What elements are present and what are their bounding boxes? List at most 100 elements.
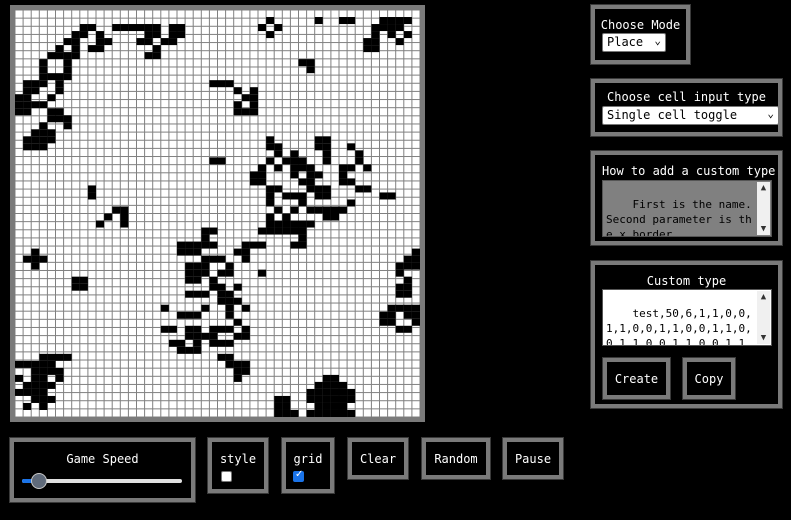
cell[interactable] — [258, 59, 266, 67]
cell[interactable] — [234, 51, 242, 59]
cell[interactable] — [388, 262, 396, 270]
cell[interactable] — [404, 43, 412, 51]
cell[interactable] — [193, 409, 201, 417]
cell[interactable] — [209, 303, 217, 311]
cell[interactable] — [218, 100, 226, 108]
cell[interactable] — [363, 287, 371, 295]
cell[interactable] — [193, 254, 201, 262]
cell[interactable] — [64, 384, 72, 393]
cell[interactable] — [209, 173, 217, 181]
cell[interactable] — [47, 262, 55, 270]
cell[interactable] — [226, 124, 234, 132]
cell[interactable] — [137, 279, 145, 287]
cell[interactable] — [412, 10, 420, 18]
cell[interactable] — [201, 124, 209, 132]
cell[interactable] — [128, 83, 136, 91]
live-cell[interactable] — [241, 255, 250, 263]
cell[interactable] — [315, 344, 323, 352]
live-cell[interactable] — [39, 367, 48, 375]
cell[interactable] — [274, 157, 282, 165]
cell[interactable] — [96, 205, 104, 213]
grid-checkbox[interactable] — [293, 469, 304, 482]
cell[interactable] — [258, 83, 266, 91]
cell[interactable] — [355, 43, 363, 51]
cell[interactable] — [169, 246, 177, 254]
cell[interactable] — [380, 51, 388, 59]
cell[interactable] — [145, 344, 153, 352]
cell[interactable] — [209, 43, 217, 51]
cell[interactable] — [226, 246, 234, 254]
cell[interactable] — [323, 246, 331, 254]
cell[interactable] — [15, 205, 23, 213]
cell[interactable] — [72, 18, 80, 26]
live-cell[interactable] — [314, 206, 323, 214]
cell[interactable] — [112, 165, 120, 173]
live-cell[interactable] — [233, 367, 242, 375]
cell[interactable] — [145, 83, 153, 91]
cell[interactable] — [282, 10, 290, 18]
cell[interactable] — [258, 51, 266, 59]
cell[interactable] — [128, 254, 136, 262]
cell[interactable] — [15, 10, 23, 18]
cell[interactable] — [412, 238, 420, 246]
cell[interactable] — [169, 295, 177, 303]
cell[interactable] — [120, 295, 128, 303]
cell[interactable] — [307, 10, 315, 18]
cell[interactable] — [388, 214, 396, 222]
cell[interactable] — [104, 51, 112, 59]
cell[interactable] — [282, 205, 290, 213]
cell[interactable] — [226, 116, 234, 124]
cell[interactable] — [396, 205, 404, 213]
cell[interactable] — [250, 368, 258, 376]
cell[interactable] — [396, 100, 404, 108]
cell[interactable] — [250, 230, 258, 238]
cell[interactable] — [282, 287, 290, 295]
live-cell[interactable] — [217, 339, 226, 347]
cell[interactable] — [169, 140, 177, 148]
cell[interactable] — [137, 124, 145, 132]
cell[interactable] — [331, 319, 339, 327]
cell[interactable] — [363, 311, 371, 319]
cell[interactable] — [64, 327, 72, 336]
live-cell[interactable] — [274, 24, 283, 32]
cell[interactable] — [388, 108, 396, 116]
cell[interactable] — [120, 173, 128, 181]
cell[interactable] — [209, 181, 217, 189]
cell[interactable] — [47, 311, 55, 319]
cell[interactable] — [80, 214, 88, 222]
cell[interactable] — [331, 59, 339, 67]
cell[interactable] — [31, 238, 39, 246]
live-cell[interactable] — [193, 346, 202, 354]
cell[interactable] — [185, 83, 193, 91]
cell[interactable] — [72, 254, 80, 262]
live-cell[interactable] — [266, 143, 275, 151]
live-cell[interactable] — [185, 325, 194, 333]
live-cell[interactable] — [266, 192, 275, 200]
cell[interactable] — [31, 287, 39, 295]
cell[interactable] — [307, 51, 315, 59]
cell[interactable] — [31, 189, 39, 197]
cell[interactable] — [258, 393, 266, 401]
cell[interactable] — [39, 173, 47, 181]
cell[interactable] — [242, 148, 250, 157]
cell[interactable] — [274, 132, 282, 140]
cell[interactable] — [137, 246, 145, 254]
live-cell[interactable] — [39, 402, 48, 410]
cell[interactable] — [396, 238, 404, 246]
cell[interactable] — [339, 26, 347, 34]
cell[interactable] — [331, 148, 339, 157]
cell[interactable] — [104, 368, 112, 376]
cell[interactable] — [315, 222, 323, 230]
cell[interactable] — [201, 279, 209, 287]
cell[interactable] — [193, 165, 201, 173]
cell[interactable] — [104, 116, 112, 124]
cell[interactable] — [355, 140, 363, 148]
cell[interactable] — [299, 132, 307, 140]
cell[interactable] — [355, 336, 363, 344]
live-cell[interactable] — [201, 241, 210, 249]
cell[interactable] — [47, 295, 55, 303]
cell[interactable] — [299, 18, 307, 26]
cell[interactable] — [145, 173, 153, 181]
cell[interactable] — [104, 254, 112, 262]
cell[interactable] — [339, 100, 347, 108]
